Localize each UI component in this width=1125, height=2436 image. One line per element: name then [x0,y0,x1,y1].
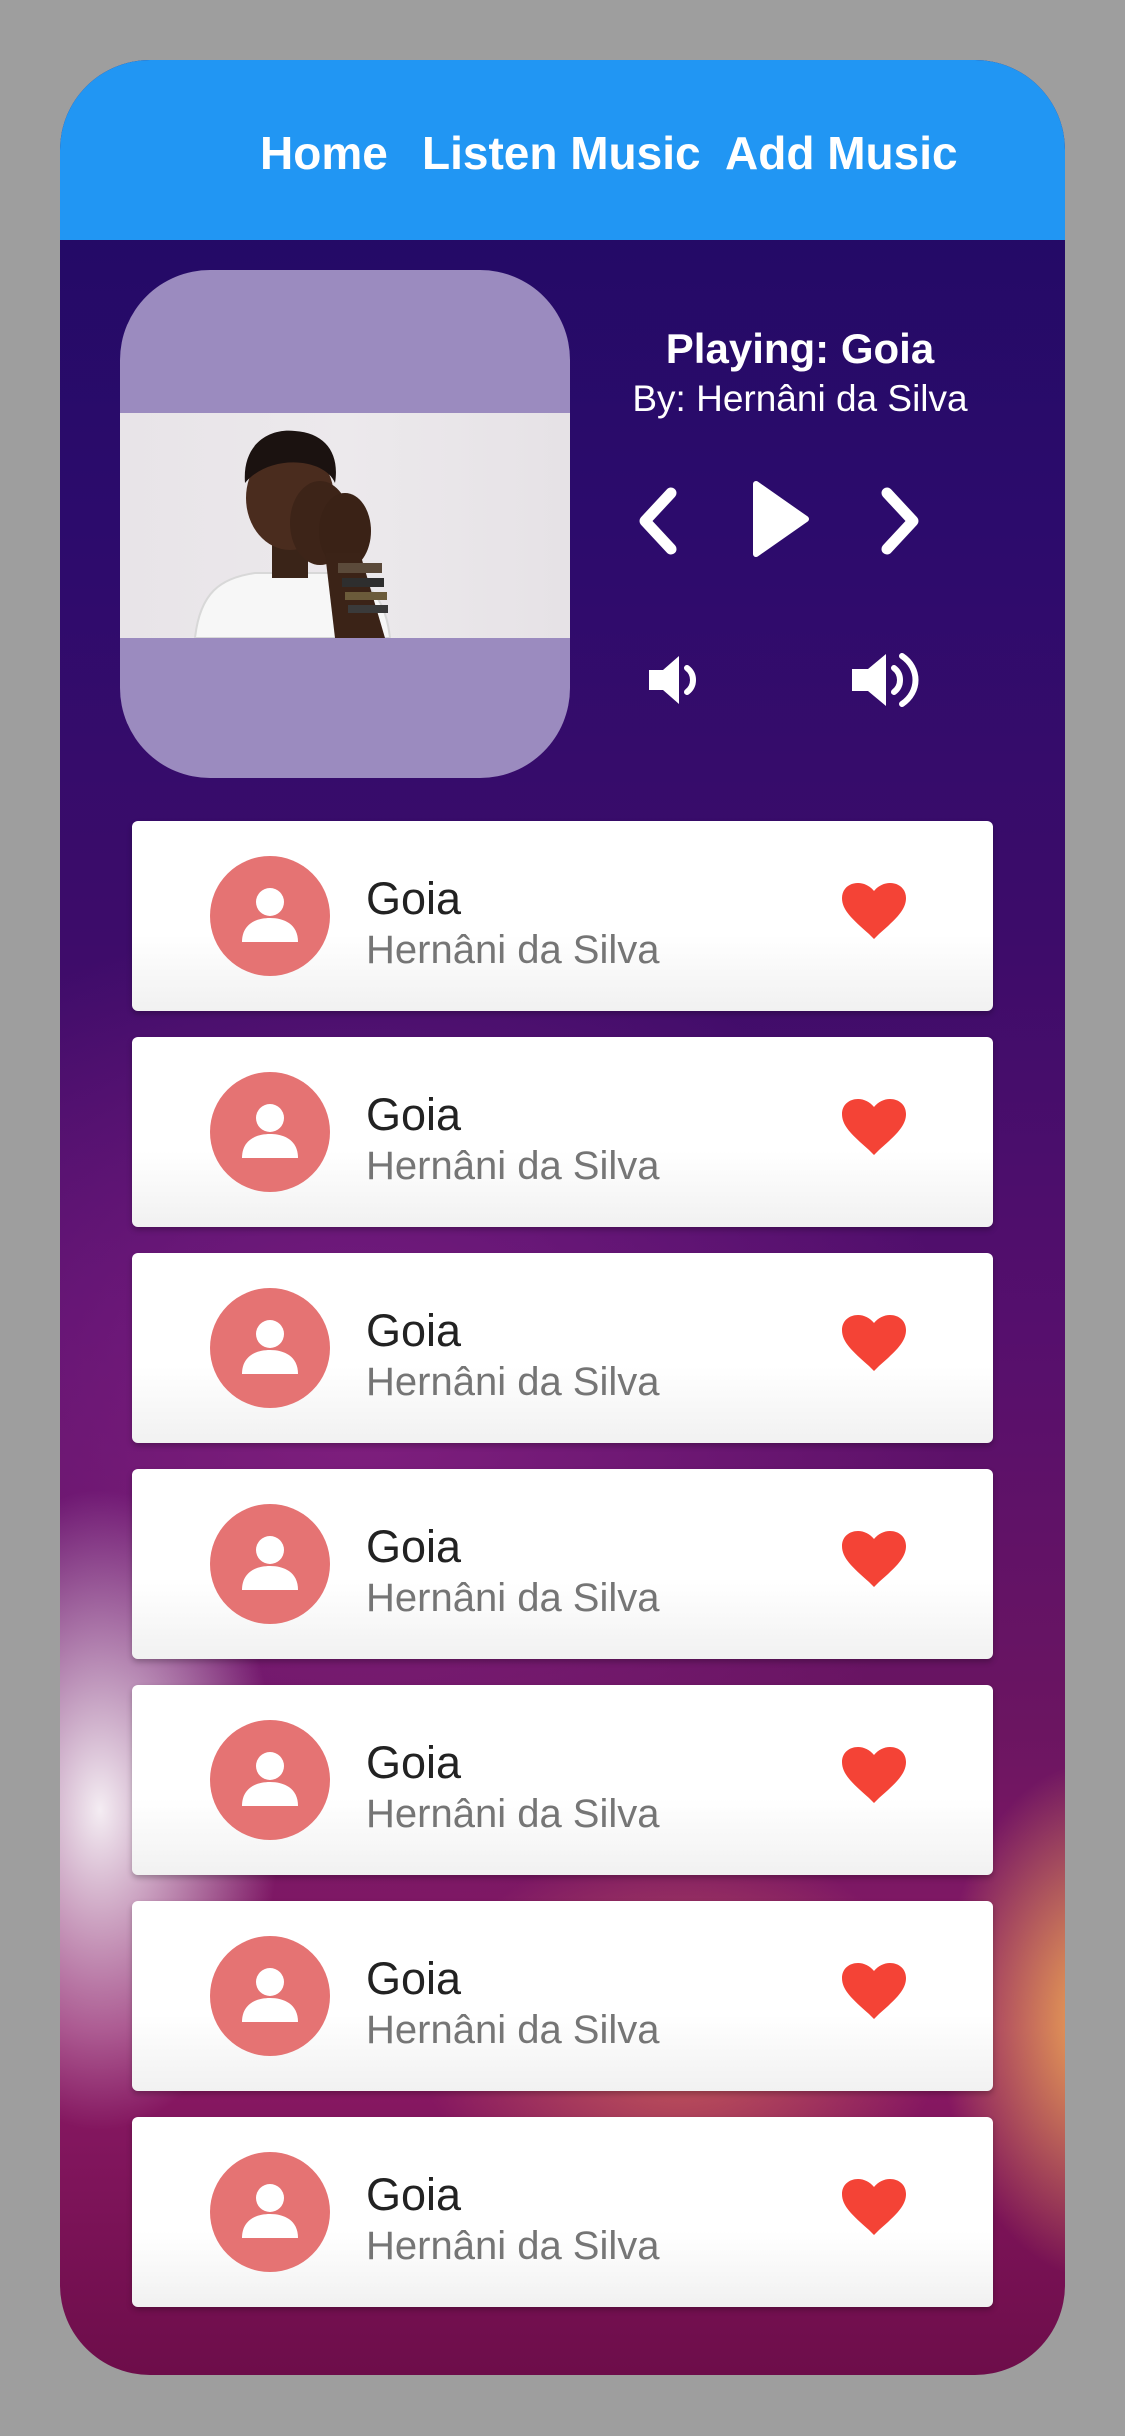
person-icon [242,1752,298,1806]
album-artwork [120,270,570,778]
heart-icon[interactable] [842,1531,906,1594]
play-icon[interactable] [750,478,812,560]
heart-icon[interactable] [842,1747,906,1810]
chevron-right-icon[interactable] [875,485,925,557]
song-artist: Hernâni da Silva [366,1576,660,1620]
nav-listen-music[interactable]: Listen Music [422,126,701,180]
song-list-item[interactable]: Goia Hernâni da Silva [132,1037,993,1227]
person-icon [242,1968,298,2022]
song-list-item[interactable]: Goia Hernâni da Silva [132,821,993,1011]
song-artist: Hernâni da Silva [366,928,660,972]
person-icon [242,1536,298,1590]
heart-icon[interactable] [842,1315,906,1378]
song-artist: Hernâni da Silva [366,2008,660,2052]
song-title: Goia [366,1737,462,1788]
avatar [210,1720,330,1840]
song-artist: Hernâni da Silva [366,1144,660,1188]
artist-photo [120,413,570,639]
song-list-item[interactable]: Goia Hernâni da Silva [132,1253,993,1443]
song-title: Goia [366,1089,462,1140]
nav-home[interactable]: Home [260,126,388,180]
person-icon [242,2184,298,2238]
song-list-item[interactable]: Goia Hernâni da Silva [132,1469,993,1659]
nav-add-music[interactable]: Add Music [725,126,958,180]
song-title: Goia [366,1521,462,1572]
heart-icon[interactable] [842,1963,906,2026]
person-icon [242,1104,298,1158]
person-icon [242,1320,298,1374]
song-artist: Hernâni da Silva [366,2224,660,2268]
heart-icon[interactable] [842,1099,906,1162]
heart-icon[interactable] [842,2179,906,2242]
song-list-item[interactable]: Goia Hernâni da Silva [132,1685,993,1875]
song-artist: Hernâni da Silva [366,1360,660,1404]
avatar [210,1072,330,1192]
now-playing-artist: By: Hernâni da Silva [632,378,968,419]
song-artist: Hernâni da Silva [366,1792,660,1836]
volume-down-icon[interactable] [645,650,705,710]
song-list-item[interactable]: Goia Hernâni da Silva [132,1901,993,2091]
avatar [210,1504,330,1624]
app-window: Home Listen Music Add Music Playing: Goi… [60,60,1065,2375]
song-list-item[interactable]: Goia Hernâni da Silva [132,2117,993,2307]
avatar [210,2152,330,2272]
song-title: Goia [366,1953,462,2004]
volume-up-icon[interactable] [848,646,924,714]
avatar [210,1288,330,1408]
now-playing-title: Playing: Goia [665,325,935,372]
heart-icon[interactable] [842,883,906,946]
chevron-left-icon[interactable] [633,485,683,557]
song-title: Goia [366,1305,462,1356]
person-icon [242,888,298,942]
song-title: Goia [366,873,462,924]
avatar [210,856,330,976]
app-bar: Home Listen Music Add Music [60,60,1065,240]
song-title: Goia [366,2169,462,2220]
avatar [210,1936,330,2056]
